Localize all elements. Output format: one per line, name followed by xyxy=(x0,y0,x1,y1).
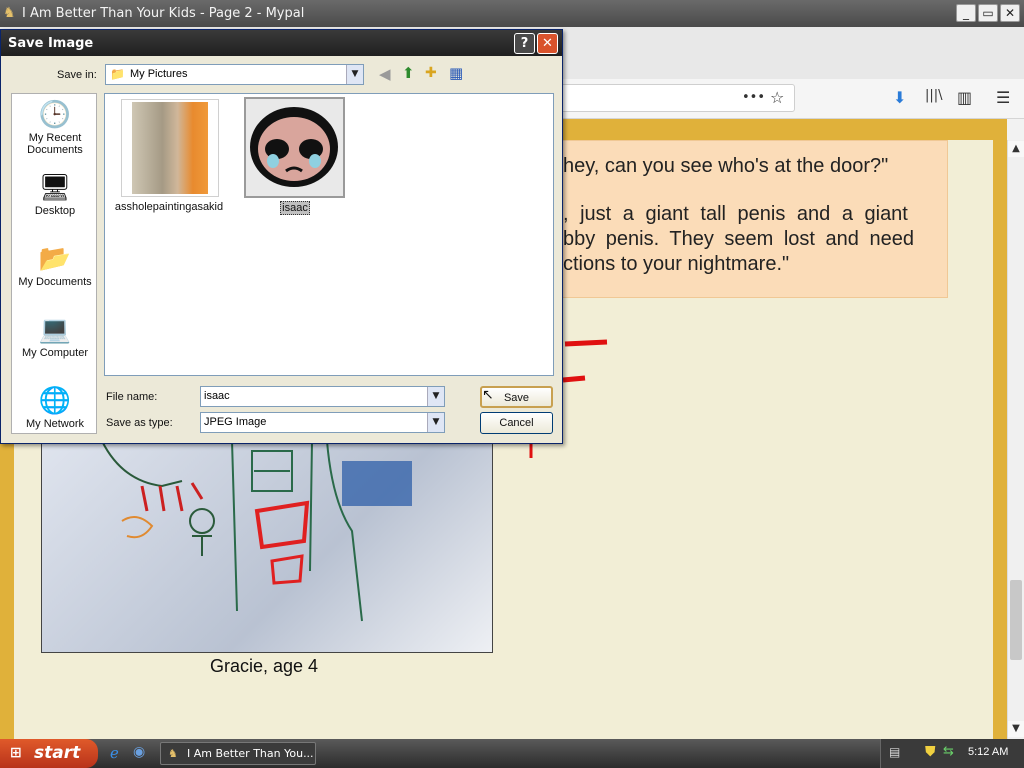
save-as-type-dropdown[interactable]: JPEG Image ▼ xyxy=(200,412,445,433)
places-bar: 🕒 My Recent Documents 🖥 Desktop 📂 My Doc… xyxy=(11,93,97,434)
photo-thumbnail-image xyxy=(132,102,208,194)
quote-line-4: ctions to your nightmare." xyxy=(563,253,790,275)
browser-titlebar: ♞ I Am Better Than Your Kids - Page 2 - … xyxy=(0,0,1024,27)
place-my-documents[interactable]: 📂 My Documents xyxy=(12,242,98,288)
window-title: I Am Better Than Your Kids - Page 2 - My… xyxy=(22,6,305,21)
up-folder-icon[interactable]: ⬆ xyxy=(402,64,415,82)
save-in-value: My Pictures xyxy=(130,68,188,80)
place-my-recent-documents[interactable]: 🕒 My Recent Documents xyxy=(12,98,98,156)
quote-line-1: hey, can you see who's at the door?" xyxy=(563,155,889,177)
chevron-down-icon[interactable]: ▼ xyxy=(427,387,444,406)
my-computer-icon: 💻 xyxy=(38,314,72,344)
desktop-icon: 🖥 xyxy=(38,172,72,202)
downloads-icon[interactable]: ⬇ xyxy=(893,88,906,107)
view-menu-icon[interactable]: ▦ xyxy=(449,64,463,82)
save-as-type-value: JPEG Image xyxy=(204,416,267,428)
chevron-down-icon[interactable]: ▼ xyxy=(427,413,444,432)
library-icon[interactable]: |||\ xyxy=(925,88,943,103)
place-label: My Network xyxy=(25,418,85,430)
hamburger-menu-icon[interactable]: ☰ xyxy=(996,88,1010,107)
start-label: start xyxy=(34,743,81,763)
place-label: My Documents xyxy=(18,276,92,288)
quick-launch-icon[interactable]: ◉ xyxy=(133,744,145,760)
save-in-label: Save in: xyxy=(57,69,97,81)
scroll-down-arrow-icon[interactable]: ▼ xyxy=(1008,721,1024,737)
network-status-icon[interactable]: ⇆ xyxy=(943,744,954,759)
mouse-cursor-icon: ↖ xyxy=(482,387,494,403)
file-list[interactable]: assholepaintingasakid isaac xyxy=(104,93,554,376)
file-name-label: File name: xyxy=(106,391,158,403)
security-shield-icon[interactable]: ⛊ xyxy=(925,744,936,760)
place-desktop[interactable]: 🖥 Desktop xyxy=(12,171,98,217)
my-documents-icon: 📂 xyxy=(38,243,72,273)
file-item-thumbnail-selected[interactable] xyxy=(244,97,345,198)
bookmark-star-icon[interactable]: ☆ xyxy=(770,88,784,107)
chevron-down-icon[interactable]: ▼ xyxy=(346,65,363,84)
save-in-dropdown[interactable]: 📁 My Pictures ▼ xyxy=(105,64,364,85)
taskbar xyxy=(0,739,1024,768)
mypal-app-icon: ♞ xyxy=(3,5,16,21)
keyboard-icon[interactable]: ▤ xyxy=(889,745,900,759)
place-label: My Computer xyxy=(21,347,89,359)
help-button[interactable]: ? xyxy=(514,33,535,54)
mypal-task-icon: ♞ xyxy=(168,747,178,760)
save-as-type-label: Save as type: xyxy=(106,417,173,429)
folder-icon: 📁 xyxy=(110,67,125,81)
start-button[interactable]: ⊞ start xyxy=(0,739,98,768)
file-item-label-selected[interactable]: isaac xyxy=(280,201,310,215)
my-network-icon: 🌐 xyxy=(38,385,72,415)
internet-explorer-icon[interactable]: ℯ xyxy=(110,744,119,762)
child-drawing-image xyxy=(41,440,493,653)
taskbar-task-mypal[interactable]: ♞ I Am Better Than You... xyxy=(160,742,316,765)
file-item-thumbnail[interactable] xyxy=(121,99,219,197)
scrollbar-thumb[interactable] xyxy=(1010,580,1022,660)
file-name-value: isaac xyxy=(204,390,230,402)
scroll-up-arrow-icon[interactable]: ▲ xyxy=(1008,141,1024,157)
taskbar-task-label: I Am Better Than You... xyxy=(187,747,314,760)
quote-line-3: bby penis. They seem lost and need xyxy=(563,228,914,250)
page-actions-icon[interactable]: ••• xyxy=(742,90,765,105)
recent-documents-icon: 🕒 xyxy=(38,99,72,129)
maximize-button[interactable]: ▭ xyxy=(978,4,998,22)
place-my-network[interactable]: 🌐 My Network xyxy=(12,384,98,430)
cancel-button[interactable]: Cancel xyxy=(480,412,553,434)
save-image-dialog: Save Image ? ✕ Save in: 📁 My Pictures ▼ … xyxy=(0,29,563,444)
minimize-button[interactable]: _ xyxy=(956,4,976,22)
dialog-close-button[interactable]: ✕ xyxy=(537,33,558,54)
close-window-button[interactable]: ✕ xyxy=(1000,4,1020,22)
sidebar-icon[interactable]: ▥ xyxy=(957,88,972,107)
new-folder-icon[interactable]: ✚ xyxy=(425,65,437,81)
place-label: My Recent Documents xyxy=(27,132,83,156)
file-name-input[interactable]: isaac ▼ xyxy=(200,386,445,407)
taskbar-clock[interactable]: 5:12 AM xyxy=(968,746,1008,758)
windows-logo-icon: ⊞ xyxy=(10,745,22,761)
dialog-titlebar: Save Image ? ✕ xyxy=(1,30,562,56)
file-item-label[interactable]: assholepaintingasakid xyxy=(113,201,225,213)
quote-line-2: , just a giant tall penis and a giant xyxy=(563,203,908,225)
drawing-caption: Gracie, age 4 xyxy=(210,656,319,676)
place-label: Desktop xyxy=(34,205,76,217)
place-my-computer[interactable]: 💻 My Computer xyxy=(12,313,98,359)
isaac-face-image xyxy=(250,107,338,187)
dialog-title: Save Image xyxy=(8,36,94,51)
back-icon[interactable]: ◀ xyxy=(379,65,391,83)
